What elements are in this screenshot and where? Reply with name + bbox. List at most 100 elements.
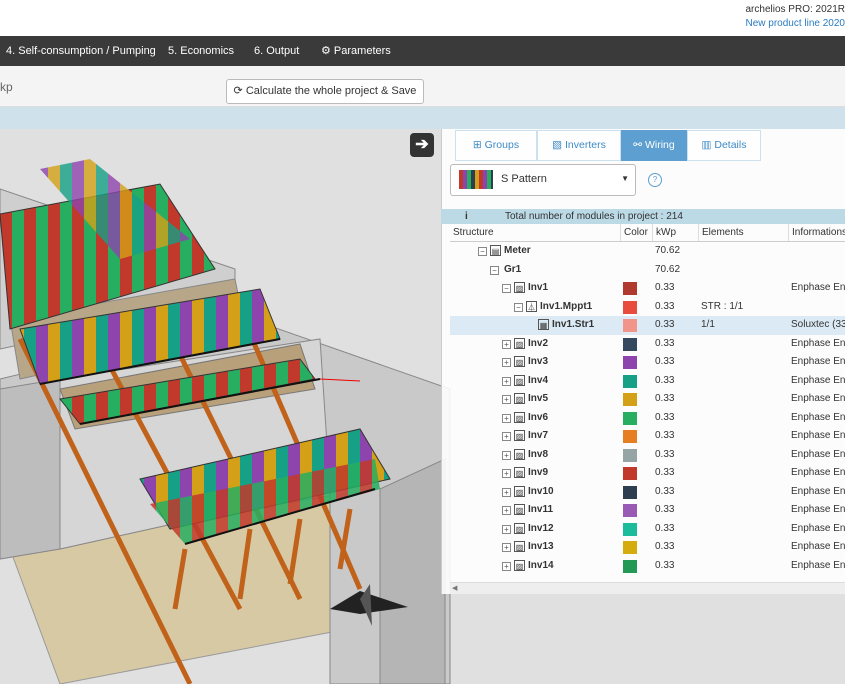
row-elements: 1/1 [701,319,715,330]
color-swatch[interactable] [623,282,637,295]
row-name: Inv13 [528,541,554,552]
color-swatch[interactable] [623,448,637,462]
refresh-icon: ⟳ [233,85,246,97]
nav-parameters[interactable]: ⚙ Parameters [321,36,391,66]
table-row[interactable]: +▨Inv10 0.33 Enphase Ene [450,483,845,502]
collapse-icon[interactable]: − [478,247,487,256]
expand-icon[interactable]: + [502,339,511,349]
table-row[interactable]: − ▤ Meter 70.62 [450,242,845,261]
col-elements[interactable]: Elements [698,224,744,241]
color-swatch[interactable] [623,319,637,332]
color-swatch[interactable] [623,559,637,573]
collapse-arrow-button[interactable]: ➔ [410,133,434,157]
scroll-left-icon[interactable]: ◀ [452,583,457,594]
row-name: Gr1 [504,263,522,275]
row-kwp: 0.33 [655,522,675,534]
table-row[interactable]: +▨Inv6 0.33 Enphase Ene [450,409,845,428]
horizontal-scrollbar[interactable]: ◀ [450,582,845,594]
row-name: Inv7 [528,430,549,441]
expand-icon[interactable]: + [502,506,511,515]
row-kwp: 0.33 [655,411,675,423]
expand-icon[interactable]: + [502,358,511,367]
table-row[interactable]: +▨Inv4 0.33 Enphase Ene [450,372,845,391]
table-row[interactable]: ▦ Inv1.Str1 0.33 1/1 Soluxtec (33 [450,316,845,335]
calculate-project-button[interactable]: ⟳ Calculate the whole project & Save [226,79,424,104]
row-info: Enphase Ene [791,374,845,386]
row-kwp: 0.33 [655,337,675,349]
row-name: Inv4 [528,374,549,386]
table-row[interactable]: +▨Inv11 0.33 Enphase Ene [450,501,845,520]
table-header: Structure Color kWp Elements Information… [450,224,845,242]
collapse-icon[interactable]: − [490,265,499,275]
col-kwp[interactable]: kWp [652,224,676,241]
table-row[interactable]: +▨Inv3 0.33 Enphase Ene [450,353,845,372]
row-kwp: 0.33 [655,374,675,386]
color-swatch[interactable] [623,430,637,443]
row-info: Enphase Ene [791,337,845,349]
color-swatch[interactable] [623,374,637,388]
table-row[interactable]: +▨Inv5 0.33 Enphase Ene [450,390,845,409]
table-row[interactable]: +▨Inv7 0.33 Enphase Ene [450,427,845,446]
pattern-select[interactable]: S Pattern ▼ [450,164,636,196]
row-elements: STR : 1/1 [701,300,744,312]
table-row[interactable]: +▨Inv2 0.33 Enphase Ene [450,335,845,354]
nav-self-consumption[interactable]: 4. Self-consumption / Pumping [6,36,156,66]
row-kwp: 0.33 [655,541,675,552]
inverter-icon: ▨ [514,522,525,534]
total-modules-text: Total number of modules in project : 214 [505,211,683,222]
help-icon[interactable]: ? [648,173,662,187]
expand-icon[interactable]: + [502,561,511,571]
row-name: Inv6 [528,411,549,423]
expand-icon[interactable]: + [502,450,511,460]
col-color[interactable]: Color [620,224,648,241]
expand-icon[interactable]: + [502,376,511,386]
color-swatch[interactable] [623,356,637,369]
brand-header: archelios PRO: 2021R New product line 20… [0,0,845,36]
color-swatch[interactable] [623,411,637,425]
expand-icon[interactable]: + [502,469,511,478]
meter-icon: ▤ [490,245,501,256]
tab-inverters[interactable]: ▧ Inverters [537,130,621,161]
col-informations[interactable]: Informations [788,224,845,241]
link-icon: ⚯ [633,139,645,151]
expand-icon[interactable]: + [502,543,511,552]
table-row[interactable]: +▨Inv8 0.33 Enphase Ene [450,446,845,465]
nav-output[interactable]: 6. Output [254,36,299,66]
inverter-icon: ▨ [514,430,525,441]
table-row[interactable]: − ⏃ Inv1.Mppt1 0.33 STR : 1/1 [450,298,845,317]
col-structure[interactable]: Structure [450,224,494,241]
color-swatch[interactable] [623,504,637,517]
color-swatch[interactable] [623,337,637,351]
row-name: Meter [504,245,531,256]
color-swatch[interactable] [623,541,637,554]
table-row[interactable]: +▨Inv14 0.33 Enphase Ene [450,557,845,576]
table-row[interactable]: +▨Inv13 0.33 Enphase Ene [450,538,845,557]
table-row[interactable]: +▨Inv9 0.33 Enphase Ene [450,464,845,483]
collapse-icon[interactable]: − [502,284,511,293]
row-info: Enphase Ene [791,448,845,460]
product-version: archelios PRO: 2021R [745,4,845,15]
table-row[interactable]: −▨Inv1 0.33 Enphase Ene [450,279,845,298]
tab-groups[interactable]: ⊞ Groups [455,130,537,161]
expand-icon[interactable]: + [502,487,511,497]
expand-icon[interactable]: + [502,413,511,423]
expand-icon[interactable]: + [502,432,511,441]
tab-details[interactable]: ▥ Details [687,130,761,161]
nav-economics[interactable]: 5. Economics [168,36,234,66]
color-swatch[interactable] [623,467,637,480]
row-info: Enphase Ene [791,485,845,497]
collapse-icon[interactable]: − [514,302,523,312]
expand-icon[interactable]: + [502,395,511,404]
total-modules-bar: i Total number of modules in project : 2… [441,209,845,224]
table-row[interactable]: +▨Inv12 0.33 Enphase Ene [450,520,845,539]
product-line-link[interactable]: New product line 2020 [745,18,845,29]
row-info: Enphase Ene [791,356,845,367]
tab-wiring[interactable]: ⚯ Wiring [621,130,687,161]
color-swatch[interactable] [623,485,637,499]
table-row[interactable]: − Gr1 70.62 [450,261,845,280]
row-name: Inv2 [528,337,549,349]
color-swatch[interactable] [623,393,637,406]
expand-icon[interactable]: + [502,524,511,534]
color-swatch[interactable] [623,522,637,536]
color-swatch[interactable] [623,300,637,314]
